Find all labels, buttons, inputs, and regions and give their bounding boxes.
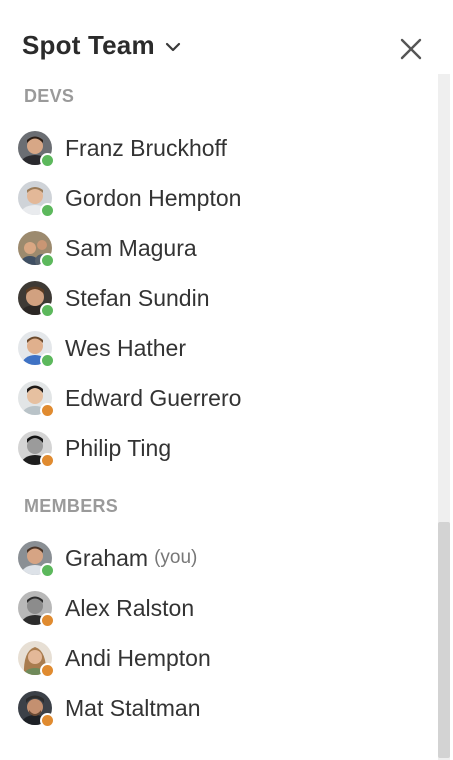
member-row-philip-ting[interactable]: Philip Ting — [18, 428, 171, 468]
section-title-devs: DEVS — [24, 86, 75, 106]
avatar — [18, 431, 55, 468]
member-name: Graham — [65, 544, 149, 571]
section-title-members: MEMBERS — [24, 496, 119, 516]
team-members-panel: Spot Team DEVS Franz Bruckhoff Gordon He… — [0, 0, 453, 760]
panel-header: Spot Team — [0, 0, 453, 80]
online-status-dot — [40, 203, 55, 218]
avatar — [18, 641, 55, 678]
avatar — [18, 181, 55, 218]
online-status-dot — [40, 153, 55, 168]
member-row-alex-ralston[interactable]: Alex Ralston — [18, 588, 194, 628]
avatar — [18, 281, 55, 318]
away-status-dot — [40, 663, 55, 678]
team-switcher-button[interactable]: Spot Team — [22, 30, 181, 61]
member-name: Philip Ting — [65, 434, 172, 461]
you-indicator: (you) — [154, 547, 198, 568]
member-row-wes-hather[interactable]: Wes Hather — [18, 328, 186, 368]
member-name: Edward Guerrero — [65, 384, 242, 411]
member-name: Stefan Sundin — [65, 284, 210, 311]
member-row-mat-staltman[interactable]: Mat Staltman — [18, 688, 201, 728]
member-row-sam-magura[interactable]: Sam Magura — [18, 228, 197, 268]
member-row-gordon-hempton[interactable]: Gordon Hempton — [18, 178, 241, 218]
avatar — [18, 331, 55, 368]
member-name: Alex Ralston — [65, 594, 195, 621]
member-row-edward-guerrero[interactable]: Edward Guerrero — [18, 378, 241, 418]
member-name: Sam Magura — [65, 234, 197, 261]
away-status-dot — [40, 403, 55, 418]
member-name: Mat Staltman — [65, 694, 201, 721]
member-row-stefan-sundin[interactable]: Stefan Sundin — [18, 278, 210, 318]
team-title: Spot Team — [22, 30, 155, 60]
member-name: Gordon Hempton — [65, 184, 242, 211]
away-status-dot — [40, 453, 55, 468]
member-row-franz-bruckhoff[interactable]: Franz Bruckhoff — [18, 128, 227, 168]
avatar — [18, 381, 55, 418]
close-icon[interactable] — [398, 36, 424, 62]
online-status-dot — [40, 563, 55, 578]
member-name: Wes Hather — [65, 334, 187, 361]
away-status-dot — [40, 613, 55, 628]
away-status-dot — [40, 713, 55, 728]
member-list: DEVS Franz Bruckhoff Gordon Hempton Sam … — [0, 80, 440, 760]
avatar — [18, 691, 55, 728]
online-status-dot — [40, 303, 55, 318]
member-row-andi-hempton[interactable]: Andi Hempton — [18, 638, 211, 678]
online-status-dot — [40, 253, 55, 268]
avatar — [18, 231, 55, 268]
chevron-down-icon — [165, 40, 181, 52]
avatar — [18, 541, 55, 578]
avatar — [18, 131, 55, 168]
member-name: Andi Hempton — [65, 644, 211, 671]
member-name: Franz Bruckhoff — [65, 134, 227, 161]
avatar — [18, 591, 55, 628]
scrollbar-thumb[interactable] — [438, 522, 450, 758]
member-row-graham[interactable]: Graham (you) — [18, 538, 197, 578]
online-status-dot — [40, 353, 55, 368]
